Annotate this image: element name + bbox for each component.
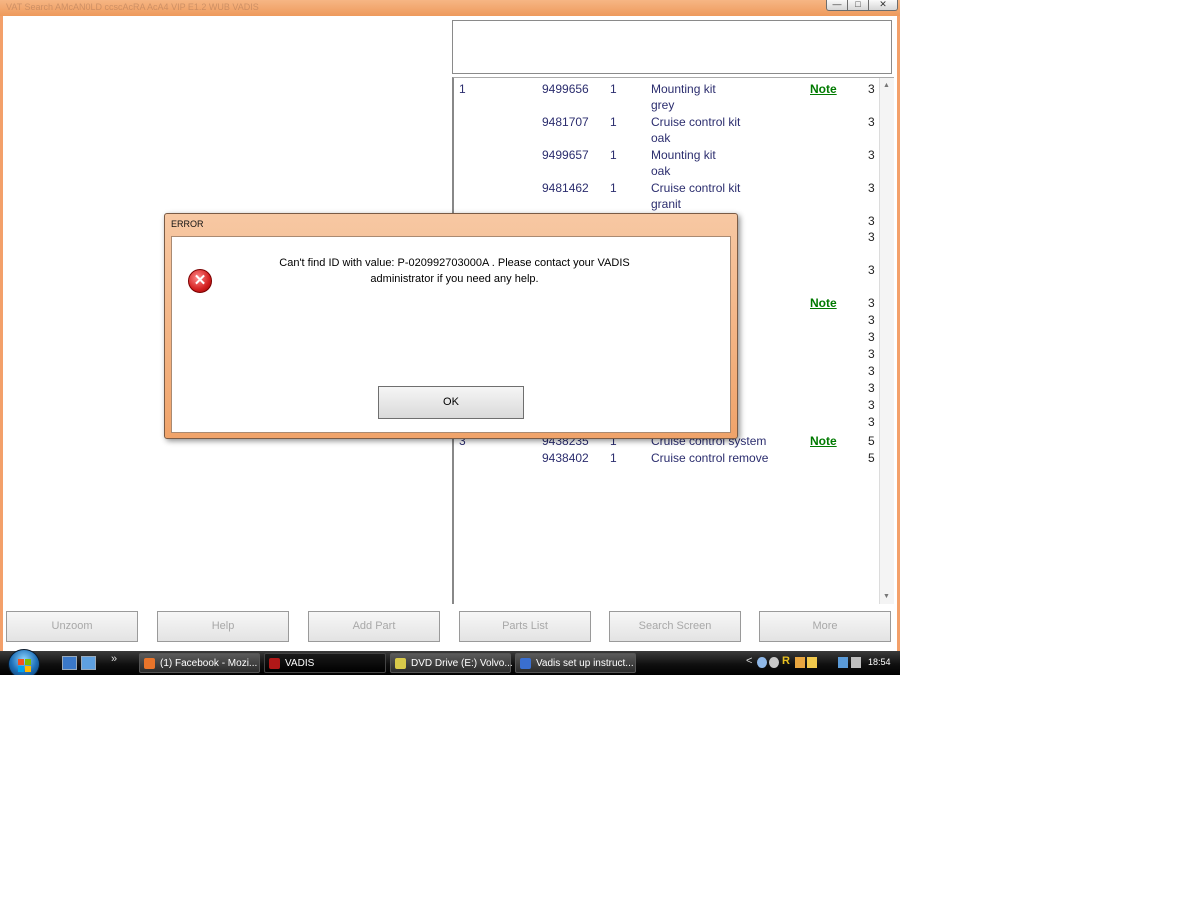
window-title: VAT Search AMcAN0LD ccscAcRA AcA4 VIP E1… (6, 2, 259, 12)
switch-windows-icon[interactable] (81, 656, 96, 670)
table-row[interactable]: 9438402 1 Cruise control remove 5 (454, 451, 878, 467)
clock[interactable]: 18:54 (868, 657, 891, 667)
group-cell: 3 (868, 364, 875, 378)
group-cell: 3 (868, 181, 875, 195)
description-cell: Cruise control remove (651, 451, 769, 465)
quantity-cell: 1 (610, 115, 617, 129)
quantity-cell: 1 (610, 181, 617, 195)
unzoom-button[interactable]: Unzoom (6, 611, 138, 642)
folder-icon[interactable] (807, 657, 817, 668)
system-tray: < R 18:54 (744, 651, 900, 675)
vadis-app-icon (269, 658, 280, 669)
info-panel (452, 20, 892, 74)
note-link[interactable]: Note (810, 296, 837, 310)
help-button[interactable]: Help (157, 611, 289, 642)
quicklaunch-chevron-icon[interactable]: » (111, 653, 117, 665)
table-row[interactable]: 9481462 1 Cruise control kit 3 granit (454, 181, 878, 211)
error-dialog[interactable]: ERROR ✕ Can't find ID with value: P-0209… (164, 213, 738, 439)
parts-list-button[interactable]: Parts List (459, 611, 591, 642)
part-number-cell: 9481462 (542, 181, 589, 195)
quantity-cell: 1 (610, 451, 617, 465)
part-number-cell: 9499657 (542, 148, 589, 162)
part-number-cell: 9438402 (542, 451, 589, 465)
description-variant-cell: grey (651, 98, 675, 112)
error-message: Can't find ID with value: P-020992703000… (262, 255, 647, 287)
volume-icon[interactable] (851, 657, 861, 668)
error-icon: ✕ (188, 269, 212, 293)
group-cell: 5 (868, 451, 875, 465)
close-button[interactable]: ✕ (868, 0, 898, 11)
description-cell: Cruise control kit (651, 181, 741, 195)
show-desktop-icon[interactable] (62, 656, 77, 670)
search-screen-button[interactable]: Search Screen (609, 611, 741, 642)
table-row[interactable]: 9499657 1 Mounting kit 3 oak (454, 148, 878, 178)
dialog-body: ✕ Can't find ID with value: P-0209927030… (171, 236, 731, 433)
dvd-drive-icon (395, 658, 406, 669)
position-cell: 1 (459, 82, 466, 96)
taskbar-item-vadis[interactable]: VADIS (264, 653, 386, 673)
group-cell: 3 (868, 82, 875, 96)
group-cell: 3 (868, 115, 875, 129)
ok-button[interactable]: OK (378, 386, 524, 419)
part-number-cell: 9481707 (542, 115, 589, 129)
r-app-icon[interactable]: R (782, 655, 790, 667)
group-cell: 3 (868, 230, 875, 244)
desktop-screen: VAT Search AMcAN0LD ccscAcRA AcA4 VIP E1… (0, 0, 900, 675)
description-variant-cell: granit (651, 197, 682, 211)
group-cell: 3 (868, 296, 875, 310)
group-cell: 3 (868, 398, 875, 412)
note-link[interactable]: Note (810, 434, 837, 448)
error-message-line-1: Can't find ID with value: P-020992703000… (279, 257, 630, 269)
windows-logo-icon-part (18, 666, 24, 672)
network-icon[interactable] (757, 657, 767, 668)
maximize-button[interactable]: □ (847, 0, 869, 11)
description-variant-cell: oak (651, 131, 671, 145)
more-button[interactable]: More (759, 611, 891, 642)
quantity-cell: 1 (610, 148, 617, 162)
taskbar-item-dvd-drive[interactable]: DVD Drive (E:) Volvo... (390, 653, 513, 673)
group-cell: 3 (868, 330, 875, 344)
description-cell: Mounting kit (651, 82, 716, 96)
windows-logo-icon (18, 659, 24, 665)
group-cell: 3 (868, 381, 875, 395)
note-link[interactable]: Note (810, 82, 837, 96)
group-cell: 3 (868, 347, 875, 361)
quantity-cell: 1 (610, 82, 617, 96)
group-cell: 3 (868, 148, 875, 162)
shield-icon[interactable] (769, 657, 779, 668)
add-part-button[interactable]: Add Part (308, 611, 440, 642)
part-number-cell: 9499656 (542, 82, 589, 96)
scroll-up-icon[interactable]: ▲ (883, 82, 890, 89)
description-cell: Mounting kit (651, 148, 716, 162)
table-row[interactable]: 1 9499656 1 Mounting kit Note 3 grey (454, 82, 878, 112)
description-variant-cell: oak (651, 164, 671, 178)
taskbar-item-facebook[interactable]: (1) Facebook - Mozi... (139, 653, 260, 673)
group-cell: 3 (868, 313, 875, 327)
parts-list-scrollbar[interactable]: ▲ ▼ (879, 78, 894, 604)
document-icon (520, 658, 531, 669)
group-cell: 3 (868, 415, 875, 429)
error-message-line-2: administrator if you need any help. (370, 273, 539, 285)
start-button[interactable] (8, 649, 40, 675)
dialog-title: ERROR (171, 219, 204, 229)
monitor-icon[interactable] (838, 657, 848, 668)
group-cell: 3 (868, 263, 875, 277)
description-cell: Cruise control kit (651, 115, 741, 129)
firefox-icon (144, 658, 155, 669)
window-title-bar[interactable]: VAT Search AMcAN0LD ccscAcRA AcA4 VIP E1… (0, 0, 900, 16)
tray-expand-chevron-icon[interactable]: < (746, 655, 752, 667)
table-row[interactable]: 9481707 1 Cruise control kit 3 oak (454, 115, 878, 145)
minimize-button[interactable]: — (826, 0, 848, 11)
group-cell: 5 (868, 434, 875, 448)
updates-icon[interactable] (795, 657, 805, 668)
windows-logo-icon-part (25, 659, 31, 665)
group-cell: 3 (868, 214, 875, 228)
taskbar-item-vadis-instructions[interactable]: Vadis set up instruct... (515, 653, 636, 673)
scroll-down-icon[interactable]: ▼ (883, 593, 890, 600)
windows-logo-icon-part (25, 666, 31, 672)
taskbar: » (1) Facebook - Mozi... VADIS DVD Drive… (0, 649, 900, 675)
